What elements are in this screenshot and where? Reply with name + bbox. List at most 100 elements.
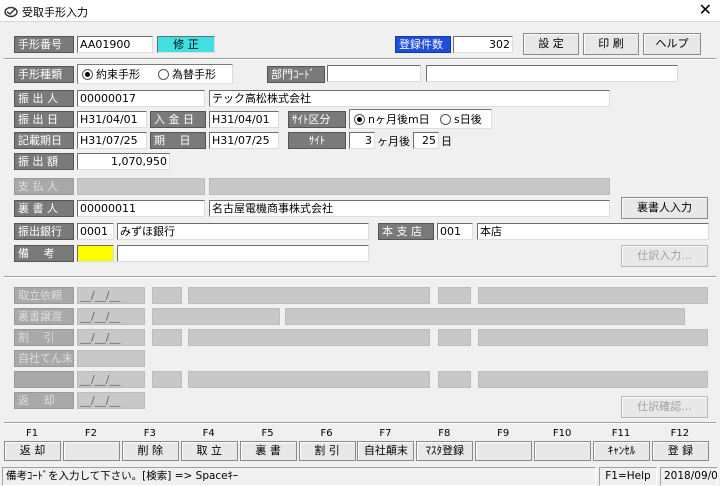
fkey-button-f3[interactable]: 削 除	[121, 441, 179, 461]
self-disposition-label: 自社てん末	[14, 350, 74, 367]
return-date-field: __/__/__	[77, 392, 145, 409]
transfer-name-field	[285, 308, 685, 325]
radio-site-months[interactable]: nヶ月後m日	[354, 113, 430, 126]
collect-branch-name-field	[478, 287, 708, 304]
fkey-label-f8: F8	[438, 428, 451, 439]
radio-promissory-note[interactable]: 約束手形	[82, 68, 140, 81]
blank-code-field	[152, 371, 182, 388]
bill-type-label: 手形種類	[14, 66, 74, 83]
discount-code-field	[152, 329, 182, 346]
fkey-label-f3: F3	[143, 428, 156, 439]
dept-code-label: 部門ｺｰﾄﾞ	[267, 66, 325, 83]
fkey-button-f1[interactable]: 返 却	[4, 441, 61, 461]
memo-text-field[interactable]	[117, 245, 369, 262]
separator	[4, 276, 716, 278]
payer-label: 支 払 人	[14, 178, 74, 195]
close-icon[interactable]: ✕	[699, 1, 712, 19]
drawer-label: 振 出 人	[14, 90, 74, 107]
site-type-label: ｻｲﾄ区分	[288, 111, 346, 128]
fkey-button-f11[interactable]: ｷｬﾝｾﾙ	[593, 441, 650, 461]
months-unit-text: ヶ月後	[377, 135, 410, 148]
bill-type-radio-group: 約束手形 為替手形	[77, 64, 233, 84]
site-days-input[interactable]: 25	[413, 132, 439, 149]
separator	[4, 58, 716, 60]
fkey-label-f11: F11	[611, 428, 631, 439]
endorser-label: 裏 書 人	[14, 200, 74, 217]
drawer-name-field[interactable]: テック高松株式会社	[209, 90, 610, 107]
dept-code-input[interactable]	[327, 65, 421, 82]
fkey-label-f9: F9	[497, 428, 510, 439]
issue-date-input[interactable]: H31/04/01	[77, 111, 147, 128]
fkey-label-f2: F2	[84, 428, 97, 439]
collect-branch-code-field	[438, 287, 471, 304]
amount-input[interactable]: 1,070,950	[77, 153, 170, 170]
payer-name-field	[209, 178, 610, 195]
payer-code-field	[77, 178, 205, 195]
memo-label: 備 考	[14, 245, 74, 262]
site-type-radio-group: nヶ月後m日 s日後	[349, 109, 492, 129]
mode-status-badge: 修 正	[157, 36, 215, 53]
site-months-input[interactable]: 3	[349, 132, 375, 149]
branch-code-input[interactable]: 001	[437, 223, 473, 240]
title-bar: 受取手形入力 ✕	[0, 0, 720, 22]
fkey-button-f5[interactable]: 裏 書	[239, 441, 297, 461]
print-button[interactable]: 印 刷	[583, 33, 639, 55]
record-date-input[interactable]: H31/07/25	[77, 132, 147, 149]
days-unit-text: 日	[441, 135, 452, 148]
blank-name-field	[188, 371, 430, 388]
issue-date-label: 振 出 日	[14, 111, 74, 128]
blank-date-field: __/__/__	[77, 371, 145, 388]
discount-branch-code-field	[438, 329, 471, 346]
count-value: 302	[453, 36, 513, 53]
endorser-name-field[interactable]: 名古屋電機商事株式会社	[209, 200, 610, 217]
branch-label: 本 支 店	[378, 223, 434, 240]
collect-date-field: __/__/__	[77, 287, 145, 304]
fkey-button-f7[interactable]: 自社顛末	[357, 441, 415, 461]
radio-bill-of-exchange[interactable]: 為替手形	[158, 68, 216, 81]
fkey-button-f12[interactable]: 登 録	[651, 441, 709, 461]
return-label: 返 却	[14, 392, 74, 409]
settings-button[interactable]: 設 定	[523, 33, 579, 55]
branch-name-field[interactable]: 本店	[477, 223, 709, 240]
journal-confirm-button[interactable]: 仕訳確認...	[621, 396, 708, 418]
memo-code-input[interactable]	[77, 245, 114, 262]
fkey-label-f4: F4	[202, 428, 215, 439]
fkey-button-f9[interactable]	[475, 441, 533, 461]
journal-entry-button[interactable]: 仕訳入力...	[621, 245, 708, 267]
window-title: 受取手形入力	[22, 6, 88, 19]
status-help-hint: F1=Help	[599, 467, 657, 486]
fkey-button-f8[interactable]: ﾏｽﾀ登録	[416, 441, 474, 461]
fkey-button-f4[interactable]: 取 立	[180, 441, 238, 461]
bank-code-input[interactable]: 0001	[77, 223, 114, 240]
blank-branch-name-field	[478, 371, 708, 388]
fkey-button-f10[interactable]	[534, 441, 592, 461]
fkey-label-f5: F5	[261, 428, 274, 439]
help-button[interactable]: ヘルプ	[643, 33, 701, 55]
due-date-label: 期 日	[150, 132, 206, 149]
deposit-date-input[interactable]: H31/04/01	[209, 111, 279, 128]
bill-no-label: 手形番号	[14, 36, 74, 53]
fkey-label-f7: F7	[379, 428, 392, 439]
amount-label: 振 出 額	[14, 153, 74, 170]
fkey-button-f6[interactable]: 割 引	[298, 441, 356, 461]
discount-branch-name-field	[478, 329, 708, 346]
bank-name-field[interactable]: みずほ銀行	[117, 223, 369, 240]
discount-label: 割 引	[14, 329, 74, 346]
site-label: ｻｲﾄ	[288, 132, 346, 149]
radio-site-days[interactable]: s日後	[440, 113, 482, 126]
app-icon	[4, 6, 18, 18]
endorser-input-button[interactable]: 裏書人入力	[621, 197, 708, 219]
transfer-date-field: __/__/__	[77, 308, 145, 325]
fkey-label-f1: F1	[25, 428, 39, 439]
endorser-code-input[interactable]: 00000011	[77, 200, 205, 217]
status-message: 備考ｺｰﾄﾞを入力して下さい。[検索] => Spaceｷｰ	[2, 467, 596, 486]
due-date-input[interactable]: H31/07/25	[209, 132, 279, 149]
discount-name-field	[188, 329, 430, 346]
fkey-button-f2[interactable]	[62, 441, 120, 461]
bill-no-field[interactable]: AA01900	[77, 36, 153, 53]
self-disposition-field	[77, 350, 145, 367]
drawer-code-input[interactable]: 00000017	[77, 90, 205, 107]
dept-name-field[interactable]	[426, 65, 678, 82]
blank-branch-code-field	[438, 371, 471, 388]
collect-name-field	[188, 287, 430, 304]
